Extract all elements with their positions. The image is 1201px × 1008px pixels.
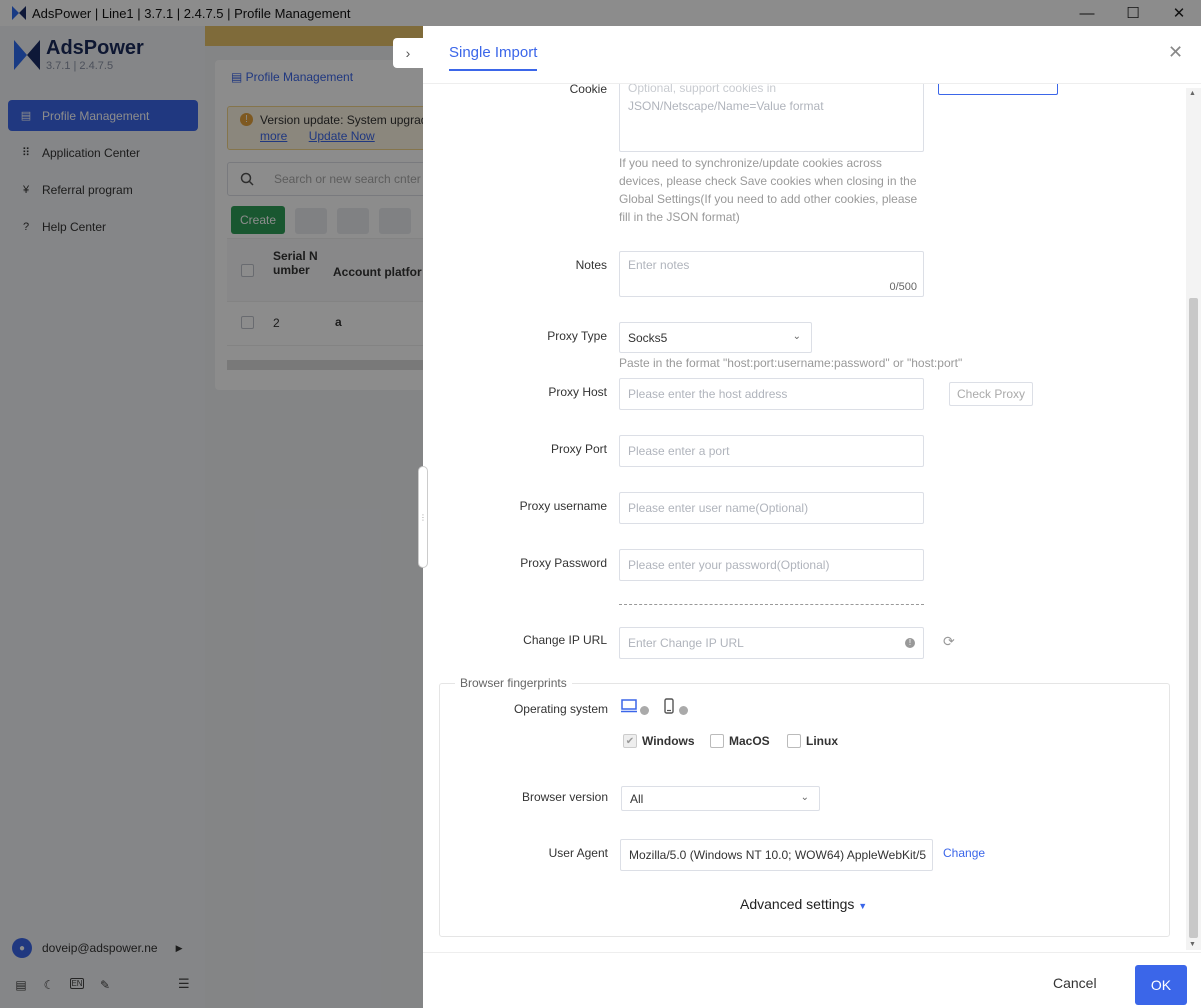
drawer-resize-handle[interactable]: ⋮ — [418, 466, 428, 568]
drawer-collapse-button[interactable]: › — [393, 38, 423, 68]
user-agent-value: Mozilla/5.0 (Windows NT 10.0; WOW64) App… — [629, 848, 926, 862]
browser-version-select[interactable]: All ⌄ — [621, 786, 820, 811]
drawer-form: Cookie Optional, support cookies in JSON… — [423, 84, 1201, 952]
proxy-port-label: Proxy Port — [550, 442, 607, 456]
drawer-header: Single Import ✕ — [423, 26, 1201, 84]
browser-version-label: Browser version — [521, 790, 608, 804]
tab-single-import[interactable]: Single Import — [449, 44, 538, 71]
user-agent-input[interactable]: Mozilla/5.0 (Windows NT 10.0; WOW64) App… — [620, 839, 933, 871]
proxy-port-placeholder: Please enter a port — [628, 444, 730, 458]
proxy-password-input[interactable]: Please enter your password(Optional) — [619, 549, 924, 581]
os-option-windows[interactable]: ✔ Windows — [623, 734, 695, 748]
advanced-settings-toggle[interactable]: Advanced settings ▼ — [740, 896, 867, 912]
scroll-up-icon[interactable]: ▲ — [1189, 90, 1196, 97]
change-ip-placeholder: Enter Change IP URL — [628, 636, 744, 650]
change-ip-label: Change IP URL — [523, 633, 607, 647]
scrollbar-thumb[interactable] — [1189, 298, 1198, 938]
proxy-host-label: Proxy Host — [548, 385, 607, 399]
cookie-placeholder-line2: JSON/Netscape/Name=Value format — [628, 99, 824, 113]
proxy-username-label: Proxy username — [519, 499, 607, 513]
desktop-icon[interactable] — [621, 699, 637, 713]
cookie-side-button[interactable] — [938, 84, 1058, 95]
proxy-type-value: Socks5 — [628, 330, 668, 345]
notes-counter: 0/500 — [889, 281, 917, 293]
chevron-down-icon: ⌄ — [792, 331, 801, 342]
proxy-password-placeholder: Please enter your password(Optional) — [628, 558, 830, 572]
scroll-down-icon[interactable]: ▼ — [1189, 941, 1196, 948]
proxy-type-label: Proxy Type — [547, 329, 607, 343]
proxy-username-placeholder: Please enter user name(Optional) — [628, 501, 809, 515]
cookie-label: Cookie — [569, 84, 607, 96]
close-icon[interactable]: ✕ — [1168, 42, 1183, 63]
mobile-info-icon — [679, 706, 688, 715]
proxy-type-select[interactable]: Socks5 ⌄ — [619, 322, 812, 353]
desktop-info-icon — [640, 706, 649, 715]
os-option-label: Windows — [642, 734, 695, 748]
proxy-format-hint: Paste in the format "host:port:username:… — [619, 356, 963, 370]
cookie-textarea[interactable]: Optional, support cookies in JSON/Netsca… — [619, 84, 924, 152]
checkbox-unchecked-icon[interactable] — [787, 734, 801, 748]
user-agent-label: User Agent — [548, 846, 608, 860]
chevron-down-icon: ⌄ — [800, 792, 809, 803]
dashed-divider — [619, 604, 924, 605]
advanced-settings-label: Advanced settings — [740, 896, 855, 912]
ok-button[interactable]: OK — [1135, 965, 1187, 1005]
check-proxy-button[interactable]: Check Proxy — [949, 382, 1033, 406]
proxy-host-placeholder: Please enter the host address — [628, 387, 788, 401]
mobile-icon[interactable] — [664, 698, 674, 714]
notes-placeholder: Enter notes — [628, 258, 690, 272]
single-import-drawer: Single Import ✕ Cookie Optional, support… — [423, 26, 1201, 1008]
vertical-scrollbar[interactable]: ▲ ▼ — [1186, 88, 1201, 950]
proxy-port-input[interactable]: Please enter a port — [619, 435, 924, 467]
caret-down-icon: ▼ — [858, 901, 868, 911]
fingerprint-section-title: Browser fingerprints — [455, 676, 572, 690]
drawer-footer: Cancel OK — [423, 952, 1201, 1008]
notes-textarea[interactable]: Enter notes 0/500 — [619, 251, 924, 297]
os-option-label: MacOS — [729, 734, 770, 748]
refresh-icon[interactable]: ⟳ — [943, 633, 955, 650]
checkbox-checked-icon[interactable]: ✔ — [623, 734, 637, 748]
os-label: Operating system — [513, 702, 608, 716]
browser-version-value: All — [630, 791, 644, 806]
os-option-macos[interactable]: MacOS — [710, 734, 770, 748]
change-ip-input[interactable]: Enter Change IP URL ! — [619, 627, 924, 659]
cookie-placeholder-line1: Optional, support cookies in — [628, 84, 777, 95]
checkbox-unchecked-icon[interactable] — [710, 734, 724, 748]
proxy-password-label: Proxy Password — [520, 556, 607, 570]
proxy-host-input[interactable]: Please enter the host address — [619, 378, 924, 410]
notes-label: Notes — [575, 258, 607, 272]
info-icon: ! — [905, 638, 915, 648]
proxy-username-input[interactable]: Please enter user name(Optional) — [619, 492, 924, 524]
cancel-button[interactable]: Cancel — [1053, 975, 1097, 991]
os-option-linux[interactable]: Linux — [787, 734, 838, 748]
os-option-label: Linux — [806, 734, 838, 748]
change-user-agent-link[interactable]: Change — [943, 846, 985, 860]
cookie-hint: If you need to synchronize/update cookie… — [619, 156, 918, 224]
